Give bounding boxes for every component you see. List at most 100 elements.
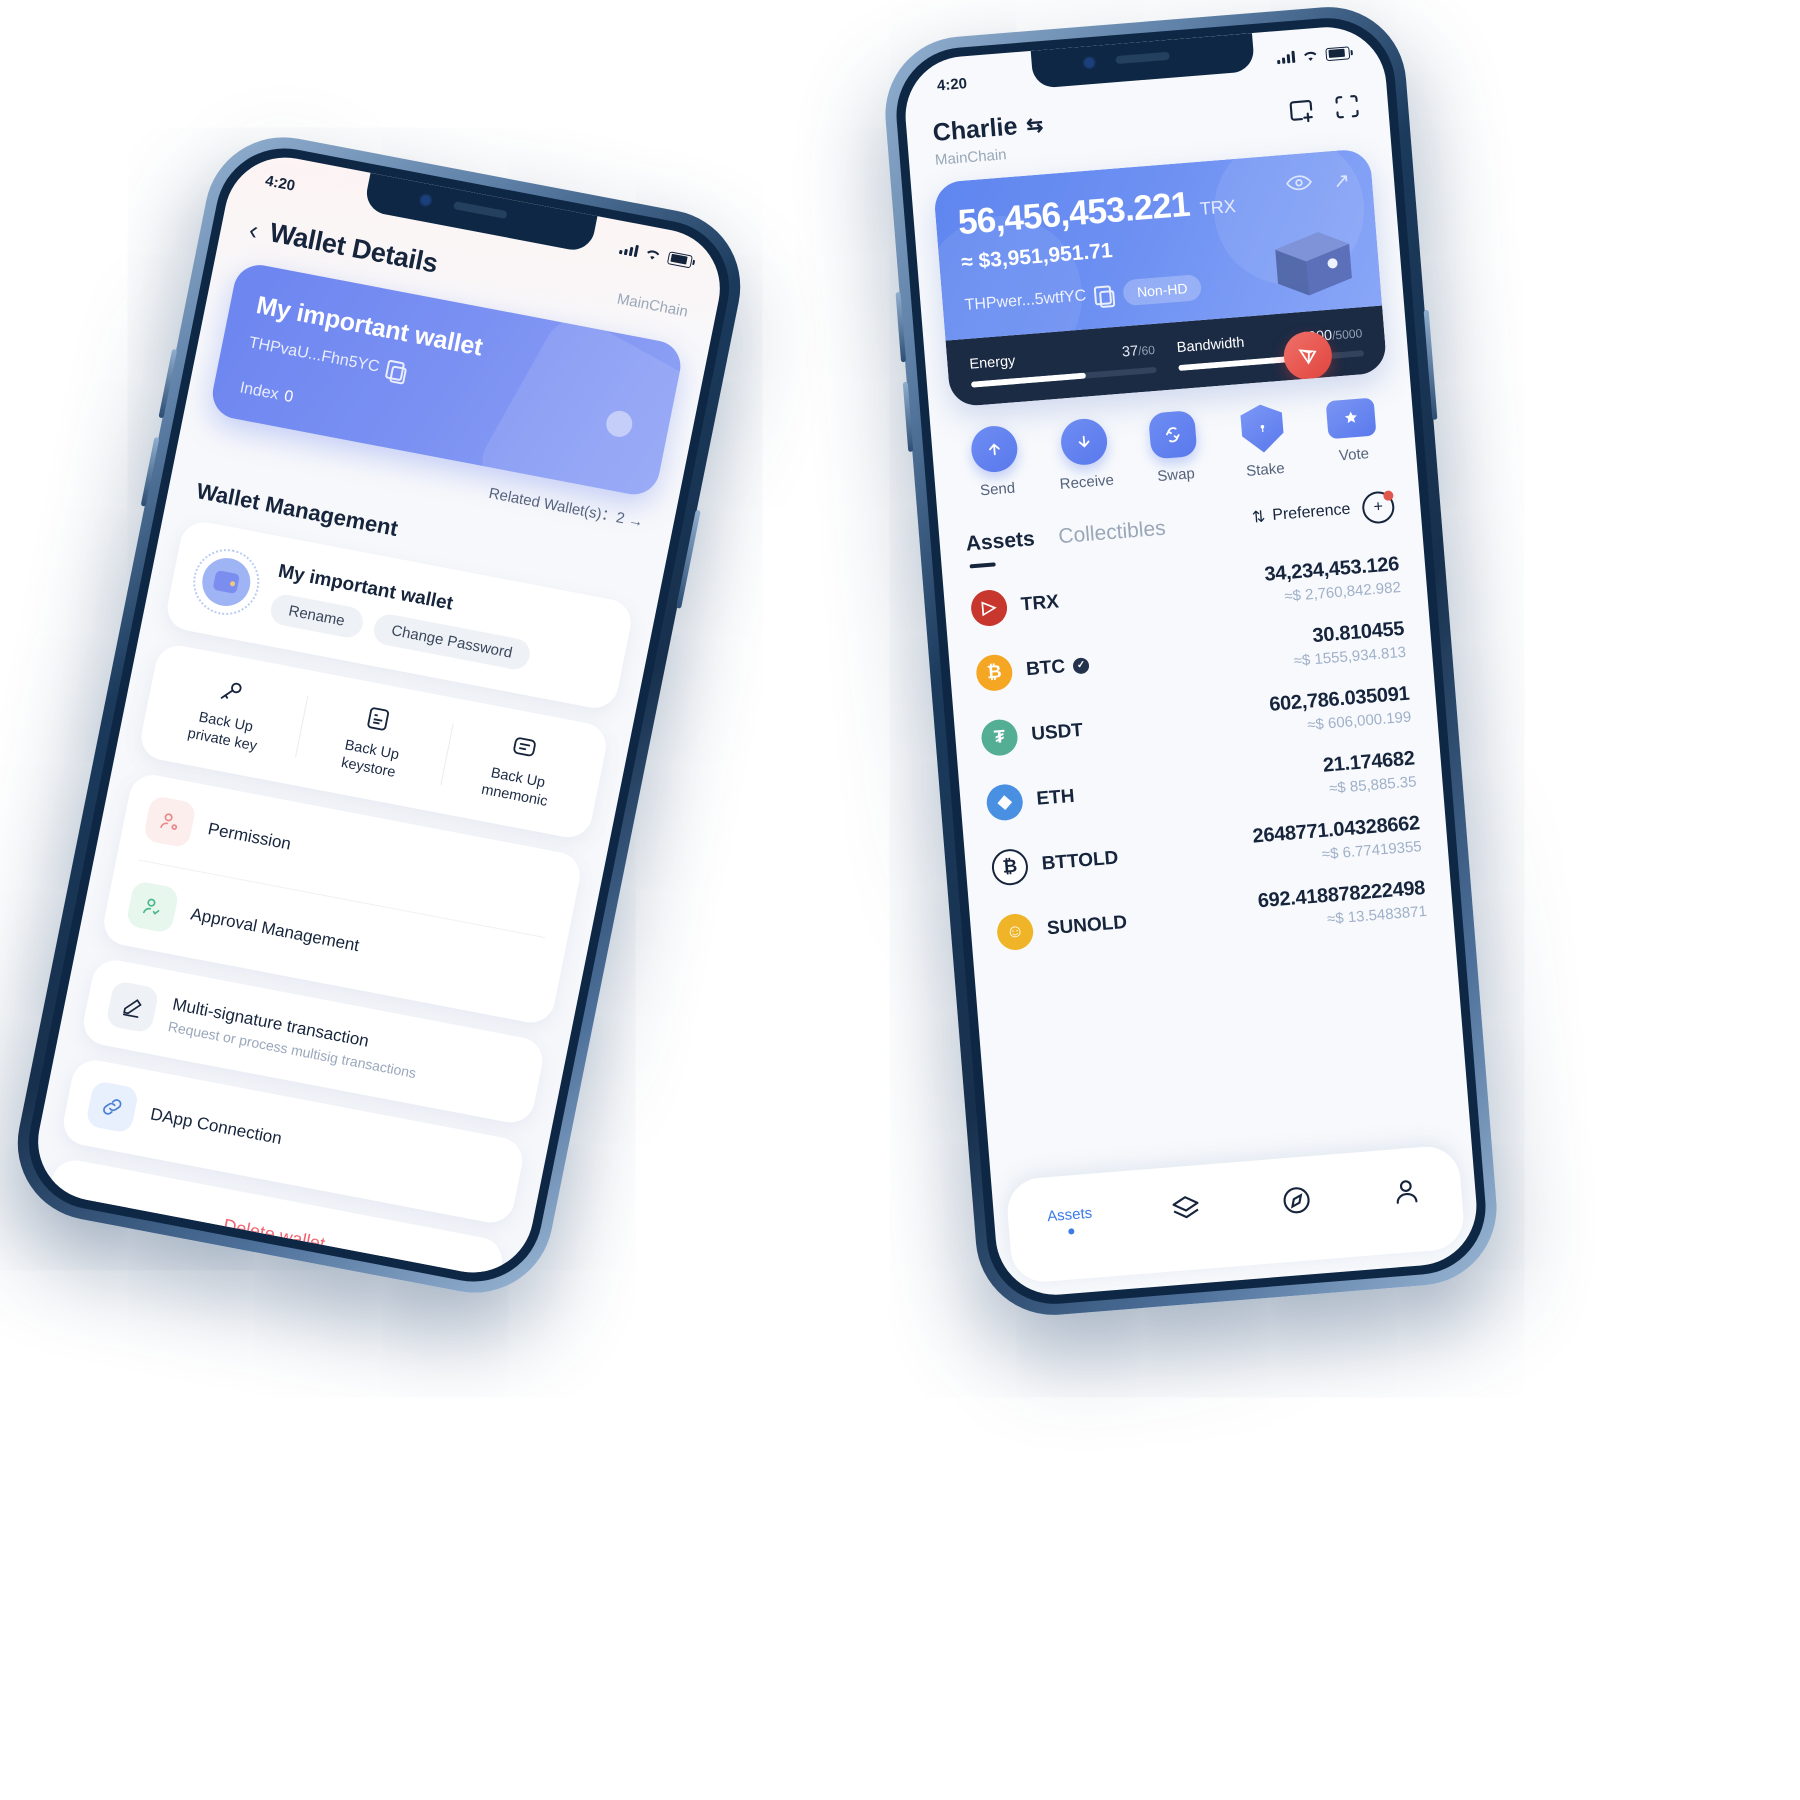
asset-symbol: BTC ✓ [1025,654,1090,681]
phone-right-assets: 4:20 Charlie ⇆ MainChain ↗ 56,456,453.22… [879,1,1503,1321]
chain-label-right: MainChain [934,146,1008,169]
volume-down-button[interactable] [140,437,160,507]
resource-energy[interactable]: Energy 37/60 [969,342,1157,388]
action-receive[interactable]: Receive [1046,416,1124,496]
asset-symbol: TRX [1020,590,1060,615]
battery-icon [666,250,694,268]
status-indicators-right [1276,45,1351,65]
eye-icon[interactable] [1285,173,1313,198]
sort-icon: ⇅ [1251,508,1267,527]
avatar [197,554,255,611]
power-button-right[interactable] [1423,309,1438,420]
coin-icon-sunold: ☺ [995,912,1035,951]
copy-icon-right[interactable] [1093,284,1112,306]
battery-icon-right [1325,45,1351,61]
bottom-navigation: Assets [1005,1144,1466,1285]
coin-icon-eth: ◆ [985,782,1025,822]
asset-fiat: ≈$ 85,885.35 [1328,773,1418,798]
signal-icon [618,242,639,258]
menu-label-dapp-connection: DApp Connection [148,1104,284,1149]
backup-mnemonic-button[interactable]: Back Up mnemonic [440,718,601,819]
chain-label: MainChain [615,290,690,321]
nav-item-assets[interactable]: Assets [1047,1205,1094,1237]
action-label-swap: Swap [1156,465,1196,486]
bandwidth-max: /5000 [1331,326,1363,343]
asset-symbol: USDT [1030,719,1084,745]
front-camera-icon-right [1084,57,1095,68]
action-stake[interactable]: Stake [1224,402,1302,482]
scan-qr-icon[interactable] [1331,91,1363,123]
asset-symbol: BTTOLD [1040,847,1120,875]
bandwidth-label: Bandwidth [1176,334,1246,357]
permission-icon [142,795,197,849]
action-label-vote: Vote [1338,445,1370,465]
action-label-send: Send [979,479,1016,500]
add-token-icon[interactable]: + [1361,490,1396,525]
arrow-right-icon: → [626,511,645,531]
nav-label-assets: Assets [1046,1204,1093,1226]
status-indicators [618,242,694,268]
signal-icon-right [1276,50,1296,65]
resource-bandwidth[interactable]: Bandwidth 4000/5000 [1176,325,1365,372]
discover-icon [1280,1186,1313,1222]
coin-icon-usdt: ₮ [980,717,1019,757]
add-wallet-icon[interactable] [1285,94,1317,126]
preference-button[interactable]: ⇅ Preference [1251,500,1351,528]
coin-icon-bttold: ₿ [990,847,1030,887]
screen-wallet-details: 4:20 ‹ Wallet Details MainChain My impor… [27,147,731,1283]
wallet-icon [212,569,241,595]
wifi-icon [647,249,660,260]
nav-item-profile[interactable] [1389,1174,1424,1213]
account-switch-icon[interactable]: ⇆ [1025,112,1044,138]
approval-icon [125,880,180,935]
balance-symbol: TRX [1199,195,1237,219]
link-icon [85,1080,140,1135]
chevron-left-icon[interactable]: ‹ [247,214,261,245]
phone-left-wallet-details: 4:20 ‹ Wallet Details MainChain My impor… [3,124,755,1306]
backup-keystore-button[interactable]: Back Up keystore [293,690,454,791]
energy-value: 37 [1121,343,1139,361]
avatar-ring [187,543,266,621]
arrow-up-right-icon[interactable]: ↗ [1332,168,1351,194]
wallet-index-value: 0 [282,387,295,407]
energy-label: Energy [968,353,1016,373]
action-swap[interactable]: Swap [1135,409,1213,489]
hd-badge: Non-HD [1122,274,1203,307]
layers-icon [1171,1195,1204,1230]
related-wallets-label: Related Wallet(s)：2 [487,484,627,528]
action-label-receive: Receive [1059,471,1115,493]
phone-bezel: 4:20 ‹ Wallet Details MainChain My impor… [16,136,742,1294]
rename-button[interactable]: Rename [268,591,366,640]
copy-icon[interactable] [385,359,406,382]
action-send[interactable]: Send [957,423,1035,503]
volume-down-button-right[interactable] [902,381,914,452]
screenshot-stage: 4:20 ‹ Wallet Details MainChain My impor… [0,0,1800,1800]
action-vote[interactable]: Vote [1313,395,1391,475]
asset-symbol: SUNOLD [1046,911,1128,939]
coin-icon-btc: ₿ [974,652,1014,692]
menu-label-permission: Permission [206,819,293,854]
front-camera-icon [420,194,432,206]
ticket-icon [1325,397,1377,440]
screen-assets: 4:20 Charlie ⇆ MainChain ↗ 56,456,453.22… [900,22,1482,1300]
swap-icon [1148,409,1198,460]
account-switcher[interactable]: Charlie ⇆ [932,110,1045,148]
wallet-index-label: Index [238,379,281,404]
speaker-icon-right [1115,51,1170,65]
nav-item-discover[interactable] [1279,1183,1314,1222]
energy-max: /60 [1137,342,1156,359]
card-decoration [470,307,686,499]
backup-private-key-button[interactable]: Back Up private key [147,662,308,763]
volume-up-button[interactable] [158,348,178,419]
volume-up-button-right[interactable] [895,292,907,363]
profile-icon [1390,1179,1423,1213]
nav-item-layers[interactable] [1169,1191,1204,1230]
menu-label-approval-management: Approval Management [189,904,361,956]
nav-active-dot [1067,1228,1075,1235]
shield-icon [1239,403,1285,454]
asset-amount: 21.174682 [1322,747,1416,777]
account-name: Charlie [931,112,1019,147]
arrow-up-icon [969,424,1020,474]
arrow-down-icon [1058,417,1109,467]
status-time-right: 4:20 [936,74,968,94]
